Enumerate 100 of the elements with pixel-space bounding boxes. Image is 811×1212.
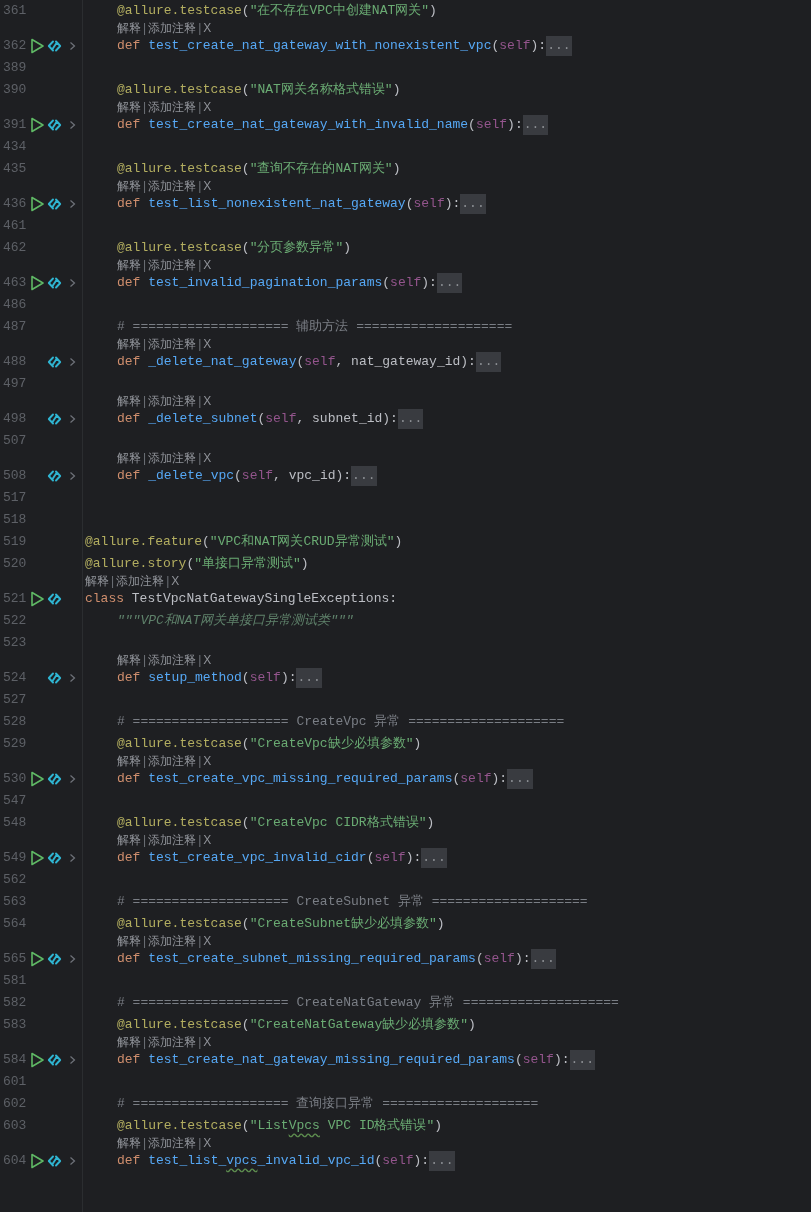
hint-link[interactable]: 添加注释 (148, 22, 197, 35)
hint-link[interactable]: 解释 (117, 395, 141, 408)
run-icon[interactable] (30, 1052, 45, 1068)
hint-link[interactable]: 添加注释 (148, 834, 197, 847)
folded-code-button[interactable]: ... (421, 848, 447, 868)
folded-code-button[interactable]: ... (436, 273, 463, 293)
hint-link[interactable]: 添加注释 (148, 755, 197, 768)
fold-chevron-icon[interactable] (69, 1055, 76, 1065)
fold-chevron-icon[interactable] (69, 1156, 76, 1166)
hint-link[interactable]: 添加注释 (148, 180, 197, 193)
folded-code-button[interactable]: ... (397, 409, 424, 429)
link-icon[interactable] (47, 773, 62, 785)
hint-link[interactable]: X (203, 101, 212, 114)
run-icon[interactable] (30, 951, 45, 967)
fold-chevron-icon[interactable] (69, 414, 76, 424)
folded-code-button[interactable]: ... (569, 1050, 595, 1070)
hint-link[interactable]: X (203, 338, 212, 351)
fold-chevron-icon[interactable] (69, 278, 76, 288)
line-number: 529 (3, 735, 28, 754)
link-icon[interactable] (47, 593, 62, 605)
folded-code-button[interactable]: ... (460, 194, 486, 214)
run-icon[interactable] (30, 1153, 45, 1169)
link-icon[interactable] (47, 852, 62, 864)
fold-chevron-icon[interactable] (69, 41, 76, 51)
folded-code-button[interactable]: ... (429, 1151, 455, 1171)
fold-chevron-icon[interactable] (69, 120, 76, 130)
link-icon[interactable] (47, 413, 62, 425)
hint-link[interactable]: 添加注释 (148, 395, 197, 408)
link-icon[interactable] (47, 953, 62, 965)
hint-link[interactable]: X (203, 755, 212, 768)
hint-link[interactable]: 解释 (117, 452, 141, 465)
hint-link[interactable]: X (203, 1137, 212, 1150)
folded-code-button[interactable]: ... (522, 115, 549, 135)
hint-link[interactable]: 解释 (117, 22, 141, 35)
hint-link[interactable]: 解释 (117, 654, 141, 667)
line-number: 461 (3, 217, 28, 236)
line-number: 601 (3, 1073, 28, 1092)
hint-link[interactable]: X (171, 575, 180, 588)
folded-code-button[interactable]: ... (296, 668, 322, 688)
hint-link[interactable]: X (203, 452, 212, 465)
hint-link[interactable]: 解释 (117, 259, 141, 272)
link-icon[interactable] (47, 119, 62, 131)
hint-link[interactable]: X (203, 834, 212, 847)
hint-link[interactable]: 解释 (117, 101, 141, 114)
run-icon[interactable] (30, 275, 45, 291)
folded-code-button[interactable]: ... (507, 769, 533, 789)
folded-code-button[interactable]: ... (546, 36, 572, 56)
run-icon[interactable] (30, 117, 45, 133)
hint-link[interactable]: 添加注释 (116, 575, 165, 588)
hint-link[interactable]: 解释 (117, 935, 141, 948)
hint-link[interactable]: 添加注释 (148, 101, 197, 114)
hint-link[interactable]: X (203, 395, 212, 408)
link-icon[interactable] (47, 672, 62, 684)
code-line: @allure.testcase("在不存在VPC中创建NAT网关") (117, 2, 437, 21)
link-icon[interactable] (47, 40, 62, 52)
fold-chevron-icon[interactable] (69, 774, 76, 784)
hint-link[interactable]: 添加注释 (148, 935, 197, 948)
run-icon[interactable] (30, 591, 45, 607)
hint-link[interactable]: X (203, 1036, 212, 1049)
hint-link[interactable]: 添加注释 (148, 1036, 197, 1049)
line-number: 497 (3, 375, 28, 394)
run-icon[interactable] (30, 38, 45, 54)
hint-link[interactable]: 解释 (117, 1036, 141, 1049)
code-line: # ==================== 辅助方法 ==================== (117, 318, 513, 337)
hint-link[interactable]: 解释 (85, 575, 109, 588)
run-icon[interactable] (30, 850, 45, 866)
link-separator: | (197, 101, 203, 114)
hint-link[interactable]: 添加注释 (148, 338, 197, 351)
fold-chevron-icon[interactable] (69, 471, 76, 481)
hint-link[interactable]: 添加注释 (148, 1137, 197, 1150)
fold-chevron-icon[interactable] (69, 199, 76, 209)
hint-link[interactable]: 添加注释 (148, 259, 197, 272)
hint-link[interactable]: 解释 (117, 834, 141, 847)
hint-link[interactable]: 解释 (117, 338, 141, 351)
link-icon[interactable] (47, 1155, 62, 1167)
line-number: 522 (3, 612, 28, 631)
hint-link[interactable]: X (203, 259, 212, 272)
hint-link[interactable]: 解释 (117, 1137, 141, 1150)
hint-link[interactable]: X (203, 654, 212, 667)
fold-chevron-icon[interactable] (69, 954, 76, 964)
fold-chevron-icon[interactable] (69, 673, 76, 683)
hint-link[interactable]: X (203, 22, 212, 35)
link-icon[interactable] (47, 356, 62, 368)
link-icon[interactable] (47, 1054, 62, 1066)
hint-link[interactable]: X (203, 935, 212, 948)
link-icon[interactable] (47, 198, 62, 210)
link-icon[interactable] (47, 277, 62, 289)
hint-link[interactable]: X (203, 180, 212, 193)
run-icon[interactable] (30, 771, 45, 787)
hint-link[interactable]: 添加注释 (148, 654, 197, 667)
fold-chevron-icon[interactable] (69, 357, 76, 367)
folded-code-button[interactable]: ... (475, 352, 502, 372)
link-icon[interactable] (47, 470, 62, 482)
folded-code-button[interactable]: ... (530, 949, 556, 969)
fold-chevron-icon[interactable] (69, 853, 76, 863)
run-icon[interactable] (30, 196, 45, 212)
hint-link[interactable]: 添加注释 (148, 452, 197, 465)
hint-link[interactable]: 解释 (117, 755, 141, 768)
hint-link[interactable]: 解释 (117, 180, 141, 193)
folded-code-button[interactable]: ... (351, 466, 377, 486)
